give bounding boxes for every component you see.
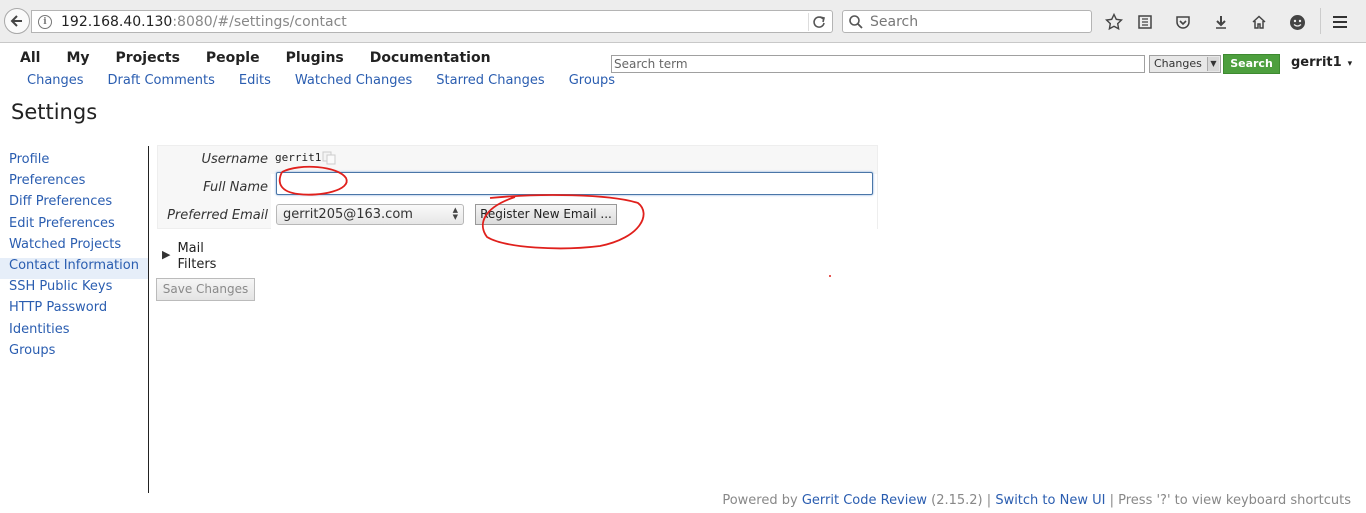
sidebar-item-preferences[interactable]: Preferences [0, 173, 148, 194]
submenu-edits[interactable]: Edits [239, 73, 271, 88]
hamburger-menu-icon[interactable] [1329, 11, 1351, 33]
url-text: 192.168.40.130:8080/#/settings/contact [61, 13, 347, 30]
footer-separator: | [1109, 493, 1114, 508]
footer: Powered by Gerrit Code Review (2.15.2) |… [722, 493, 1351, 508]
footer-version: (2.15.2) [931, 493, 983, 508]
username-row: Username [158, 146, 877, 174]
preferred-email-select[interactable]: gerrit205@163.com ▲ ▼ [276, 204, 464, 225]
search-term-input[interactable]: Search term [611, 55, 1145, 73]
download-icon[interactable] [1210, 11, 1232, 33]
email-label: Preferred Email [167, 208, 268, 223]
expand-triangle-icon: ▶ [162, 248, 171, 261]
sub-menu: Changes Draft Comments Edits Watched Cha… [27, 73, 639, 88]
reload-icon[interactable] [808, 13, 828, 31]
dropdown-arrow-icon: ▼ [1207, 57, 1219, 71]
submenu-changes[interactable]: Changes [27, 73, 84, 88]
footer-powered-by: Powered by [722, 493, 798, 508]
toolbar-divider [1320, 8, 1321, 34]
footer-separator: | [986, 493, 992, 508]
account-face-icon[interactable] [1286, 11, 1308, 33]
footer-shortcuts-hint: Press '?' to view keyboard shortcuts [1118, 493, 1351, 508]
sidebar-item-http-password[interactable]: HTTP Password [0, 300, 148, 321]
footer-product-link[interactable]: Gerrit Code Review [802, 493, 927, 508]
save-changes-button[interactable]: Save Changes [156, 278, 255, 301]
menu-plugins[interactable]: Plugins [286, 50, 344, 66]
search-scope-select[interactable]: Changes ▼ [1149, 55, 1221, 73]
sidebar-item-identities[interactable]: Identities [0, 322, 148, 343]
sidebar-item-watched-projects[interactable]: Watched Projects [0, 237, 148, 258]
pocket-icon[interactable] [1172, 11, 1194, 33]
back-arrow-icon [10, 15, 22, 27]
home-icon[interactable] [1248, 11, 1270, 33]
sidebar-item-groups[interactable]: Groups [0, 343, 148, 364]
submenu-groups[interactable]: Groups [569, 73, 615, 88]
preferred-email-value: gerrit205@163.com [283, 207, 413, 222]
search-button[interactable]: Search [1223, 54, 1280, 74]
search-icon [849, 14, 863, 29]
copy-icon[interactable] [322, 151, 336, 165]
fullname-label: Full Name [203, 180, 268, 195]
sidebar-item-ssh-public-keys[interactable]: SSH Public Keys [0, 279, 148, 300]
back-button[interactable] [4, 8, 30, 34]
fullname-input[interactable] [276, 172, 873, 195]
sidebar-item-profile[interactable]: Profile [0, 152, 148, 173]
sidebar-item-diff-preferences[interactable]: Diff Preferences [0, 194, 148, 215]
username-value: gerrit1 [275, 151, 322, 164]
username-label: Username [201, 152, 269, 167]
search-scope-value: Changes [1154, 57, 1202, 70]
menu-all[interactable]: All [20, 50, 40, 66]
browser-toolbar: i 192.168.40.130:8080/#/settings/contact… [0, 0, 1366, 43]
info-icon[interactable]: i [38, 14, 52, 29]
menu-projects[interactable]: Projects [116, 50, 180, 66]
page-title: Settings [11, 100, 98, 124]
address-bar[interactable]: i 192.168.40.130:8080/#/settings/contact [31, 10, 833, 33]
contact-form: Username Full Name Preferred Email gerri… [157, 145, 878, 230]
mail-filters-toggle[interactable]: ▶ Mail Filters [162, 241, 227, 273]
reading-list-icon[interactable] [1134, 11, 1156, 33]
submenu-starred-changes[interactable]: Starred Changes [436, 73, 544, 88]
bookmark-star-icon[interactable] [1103, 11, 1125, 33]
sidebar-item-contact-information[interactable]: Contact Information [0, 257, 148, 280]
menu-my[interactable]: My [66, 50, 89, 66]
submenu-watched-changes[interactable]: Watched Changes [295, 73, 412, 88]
top-menu: All My Projects People Plugins Documenta… [20, 50, 517, 66]
mail-filters-label: Mail Filters [177, 241, 217, 272]
submenu-draft-comments[interactable]: Draft Comments [108, 73, 215, 88]
sidebar-divider [148, 146, 149, 493]
spinner-arrows-icon: ▲ ▼ [452, 206, 458, 221]
settings-sidebar: Profile Preferences Diff Preferences Edi… [0, 152, 148, 364]
user-name: gerrit1 [1291, 55, 1342, 70]
caret-down-icon: ▾ [1347, 59, 1353, 69]
register-new-email-button[interactable]: Register New Email ... [475, 204, 617, 225]
browser-search-box[interactable]: Search [842, 10, 1092, 33]
switch-ui-link[interactable]: Switch to New UI [995, 493, 1105, 508]
user-menu[interactable]: gerrit1 ▾ [1291, 55, 1352, 70]
menu-people[interactable]: People [206, 50, 260, 66]
sidebar-item-edit-preferences[interactable]: Edit Preferences [0, 216, 148, 237]
menu-documentation[interactable]: Documentation [370, 50, 491, 66]
browser-search-placeholder: Search [870, 13, 919, 30]
annotation-dot [829, 275, 831, 277]
